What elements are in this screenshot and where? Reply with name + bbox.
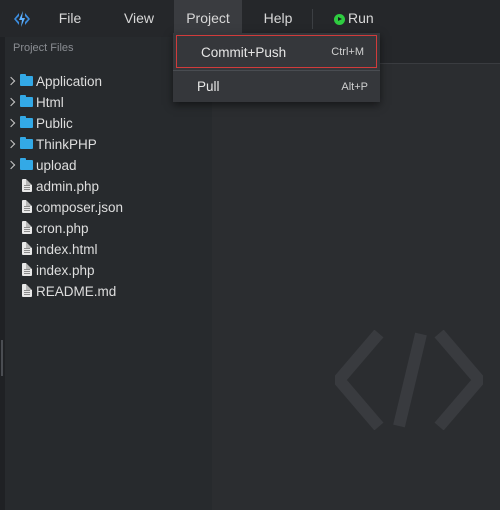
- tree-file-index-html[interactable]: index.html: [0, 239, 212, 260]
- folder-icon: [20, 74, 33, 86]
- sidebar-title: Project Files: [13, 42, 74, 54]
- run-icon[interactable]: [334, 14, 345, 25]
- tree-label: upload: [36, 158, 77, 173]
- tree-folder-upload[interactable]: upload: [0, 155, 212, 176]
- chevron-right-icon[interactable]: [6, 76, 16, 86]
- folder-icon: [20, 137, 33, 149]
- menubar: File View Project Help Run: [0, 0, 500, 37]
- menu-item-label: Commit+Push: [201, 45, 287, 60]
- tree-file-composer-json[interactable]: composer.json: [0, 197, 212, 218]
- tree-label: README.md: [36, 284, 117, 299]
- folder-icon: [20, 116, 33, 128]
- menu-project[interactable]: Project: [174, 0, 242, 37]
- tree-folder-public[interactable]: Public: [0, 113, 212, 134]
- menu-view[interactable]: View: [112, 0, 166, 37]
- chevron-right-icon[interactable]: [6, 160, 16, 170]
- folder-icon: [20, 95, 33, 107]
- file-tree: Application Html Public ThinkPHP upload …: [0, 71, 212, 302]
- chevron-right-icon[interactable]: [6, 139, 16, 149]
- tree-label: composer.json: [36, 200, 124, 215]
- tree-file-index-php[interactable]: index.php: [0, 260, 212, 281]
- sidebar-resize-handle[interactable]: [1, 340, 3, 376]
- file-icon: [22, 242, 32, 255]
- menu-item-shortcut: Alt+P: [341, 81, 368, 93]
- menu-help[interactable]: Help: [250, 0, 306, 37]
- tree-label: cron.php: [36, 221, 89, 236]
- file-icon: [22, 284, 32, 297]
- tree-label: Application: [36, 74, 103, 89]
- tree-folder-thinkphp[interactable]: ThinkPHP: [0, 134, 212, 155]
- chevron-right-icon[interactable]: [6, 118, 16, 128]
- tree-file-cron-php[interactable]: cron.php: [0, 218, 212, 239]
- menu-file[interactable]: File: [44, 0, 96, 37]
- code-brackets-watermark-icon: [335, 330, 483, 430]
- file-icon: [22, 179, 32, 192]
- tree-file-admin-php[interactable]: admin.php: [0, 176, 212, 197]
- tree-file-readme-md[interactable]: README.md: [0, 281, 212, 302]
- menu-item-pull[interactable]: Pull Alt+P: [173, 71, 380, 103]
- menu-item-shortcut: Ctrl+M: [331, 46, 364, 58]
- chevron-right-icon[interactable]: [6, 97, 16, 107]
- menu-item-label: Pull: [197, 79, 220, 94]
- file-icon: [22, 263, 32, 276]
- app-logo-icon: [14, 11, 30, 27]
- editor-area[interactable]: [212, 37, 500, 510]
- tree-label: Public: [36, 116, 73, 131]
- menu-item-commit-push[interactable]: Commit+Push Ctrl+M: [176, 35, 377, 68]
- tree-label: admin.php: [36, 179, 100, 194]
- folder-icon: [20, 158, 33, 170]
- menu-separator: [312, 9, 313, 29]
- tree-label: ThinkPHP: [36, 137, 97, 152]
- tree-label: index.html: [36, 242, 98, 257]
- file-icon: [22, 200, 32, 213]
- tree-label: Html: [36, 95, 64, 110]
- run-button[interactable]: Run: [348, 0, 374, 37]
- project-dropdown-menu: Commit+Push Ctrl+M Pull Alt+P: [173, 33, 380, 102]
- file-icon: [22, 221, 32, 234]
- tree-label: index.php: [36, 263, 95, 278]
